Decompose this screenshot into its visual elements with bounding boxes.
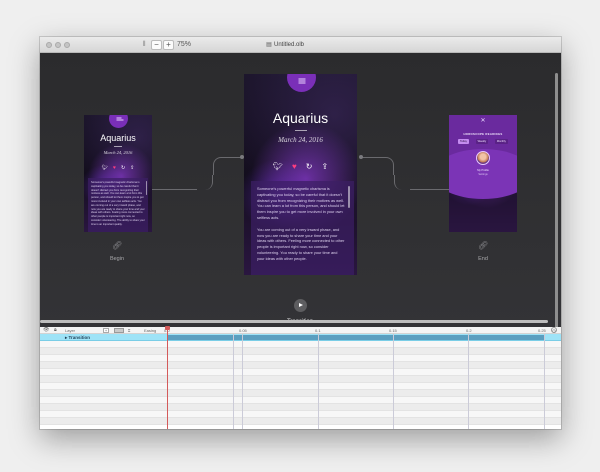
document-icon: ▤: [266, 42, 272, 48]
twitter-icon[interactable]: 🐦︎: [102, 165, 108, 171]
action-icons: 🐦︎ ♥ ↻ ⇪: [244, 161, 357, 171]
transition-bar[interactable]: [168, 335, 544, 340]
keyframe-icon[interactable]: ⌗: [128, 327, 130, 334]
timeline-row: [40, 355, 561, 362]
tick-label: 0.2: [466, 328, 472, 333]
menu-icon: [298, 78, 305, 84]
begin-caption: Begin: [109, 256, 125, 262]
horoscope-body: Someone's powerful magnetic charisma is …: [91, 181, 145, 226]
timeline-row: [40, 418, 561, 425]
timeline-gridline: [233, 334, 234, 429]
panel-scrollbar[interactable]: [348, 186, 350, 208]
timeline-row-transition[interactable]: ▸ Transition: [40, 334, 561, 341]
tick-label: 0.15: [389, 328, 397, 333]
timeline-row: [40, 390, 561, 397]
begin-connector-curve: [197, 175, 213, 190]
title-bar: ⦀ − + 75% ▤ Untitled.olb: [40, 37, 561, 53]
end-connector-rise: [362, 157, 394, 175]
canvas-vertical-scrollbar[interactable]: [555, 73, 558, 333]
readings-tabs: Today Weekly Monthly: [458, 139, 508, 144]
add-layer-icon[interactable]: +: [103, 328, 109, 333]
minimize-window-button[interactable]: [55, 42, 61, 48]
heart-icon[interactable]: ♥: [292, 162, 297, 171]
timeline-row: [40, 376, 561, 383]
sidebar-toggle-icon[interactable]: ⦀: [141, 40, 147, 50]
screen-title: Aquarius: [272, 110, 329, 126]
easing-label: Easing: [144, 328, 157, 333]
readings-title: HOROSCOPE READINGS: [463, 132, 503, 136]
end-connector-curve: [394, 175, 410, 190]
timeline-gridline: [544, 334, 545, 429]
canvas-horizontal-scrollbar[interactable]: [40, 320, 548, 323]
timeline-row: [40, 397, 561, 404]
begin-connector-rise: [213, 157, 243, 175]
playhead-handle[interactable]: [165, 326, 170, 330]
timeline-gridline: [468, 334, 469, 429]
avatar[interactable]: [476, 151, 490, 165]
tick-label: 0.1: [315, 328, 321, 333]
title-divider: [114, 146, 122, 147]
screen-date: March 24, 2016: [278, 136, 323, 144]
panel-scrollbar[interactable]: [146, 181, 147, 195]
tab-weekly[interactable]: Weekly: [475, 139, 489, 144]
link-icon[interactable]: 🔗︎: [112, 241, 122, 250]
transition-out-dot[interactable]: [359, 155, 363, 159]
horoscope-text-panel: Someone's powerful magnetic charisma is …: [88, 178, 148, 232]
timeline-gridline: [318, 334, 319, 429]
link-icon[interactable]: 🔗︎: [478, 241, 488, 250]
tab-today[interactable]: Today: [458, 139, 469, 144]
horoscope-paragraph-2: You are coming out of a very inward phas…: [257, 226, 345, 261]
zoom-in-button[interactable]: +: [163, 40, 174, 50]
maximize-window-button[interactable]: [64, 42, 70, 48]
document-title: Untitled.olb: [274, 42, 305, 48]
chevron-right-icon[interactable]: ▸: [65, 335, 67, 340]
title-divider: [294, 130, 307, 131]
timeline-row: [40, 348, 561, 355]
twitter-icon[interactable]: 🐦︎: [273, 162, 283, 171]
eye-icon[interactable]: 👁︎: [43, 327, 49, 334]
tick-label: 0.25: [538, 328, 546, 333]
timeline-row: [40, 341, 561, 348]
timeline-row: [40, 369, 561, 376]
menu-icon: [116, 117, 123, 120]
zoom-level[interactable]: 75%: [177, 40, 191, 50]
clock-icon[interactable]: ◷: [551, 327, 557, 333]
profile-name[interactable]: My Profile: [449, 169, 517, 172]
horoscope-text-panel: Someone's powerful magnetic charisma is …: [251, 181, 354, 275]
tick-label: 0.05: [239, 328, 247, 333]
end-caption: End: [478, 256, 488, 262]
timeline-row: [40, 362, 561, 369]
timeline-header: 👁︎ 🔒︎ Layer + ⌗ Easing 0.0 0.05 0.1 0.15…: [40, 327, 561, 334]
refresh-icon[interactable]: ↻: [121, 165, 125, 171]
screen-title: Aquarius: [100, 133, 136, 143]
zoom-out-button[interactable]: −: [151, 40, 162, 50]
timeline-gridline: [393, 334, 394, 429]
share-icon[interactable]: ⇪: [321, 162, 328, 171]
canvas[interactable]: Aquarius March 24, 2016 🐦︎ ♥ ↻ ⇪ Someone…: [40, 53, 561, 333]
action-icons: 🐦︎ ♥ ↻ ⇪: [84, 164, 152, 172]
play-button[interactable]: [294, 299, 307, 312]
settings-link[interactable]: Settings: [449, 173, 517, 176]
app-window: ⦀ − + 75% ▤ Untitled.olb Aquarius March …: [40, 37, 561, 429]
begin-screen[interactable]: Aquarius March 24, 2016 🐦︎ ♥ ↻ ⇪ Someone…: [84, 115, 152, 232]
timeline-gridline: [242, 334, 243, 429]
close-icon[interactable]: ✕: [479, 117, 487, 124]
end-screen[interactable]: ✕ HOROSCOPE READINGS Today Weekly Monthl…: [449, 115, 517, 232]
tab-monthly[interactable]: Monthly: [494, 139, 508, 144]
playhead[interactable]: [167, 329, 168, 429]
timeline-row: [40, 383, 561, 390]
layer-label: Layer: [65, 328, 76, 333]
heart-icon[interactable]: ♥: [113, 165, 116, 171]
transition-screen[interactable]: Aquarius March 24, 2016 🐦︎ ♥ ↻ ⇪ Someone…: [244, 74, 357, 275]
share-icon[interactable]: ⇪: [130, 165, 134, 171]
timeline-row: [40, 404, 561, 411]
refresh-icon[interactable]: ↻: [306, 162, 313, 171]
timeline-row-label: ▸ Transition: [65, 335, 91, 340]
close-window-button[interactable]: [46, 42, 52, 48]
timeline-row: [40, 411, 561, 418]
group-icon[interactable]: [114, 328, 124, 333]
screen-date: March 24, 2016: [103, 150, 133, 155]
lock-icon[interactable]: 🔒︎: [54, 327, 57, 334]
horoscope-paragraph-1: Someone's powerful magnetic charisma is …: [257, 186, 345, 220]
